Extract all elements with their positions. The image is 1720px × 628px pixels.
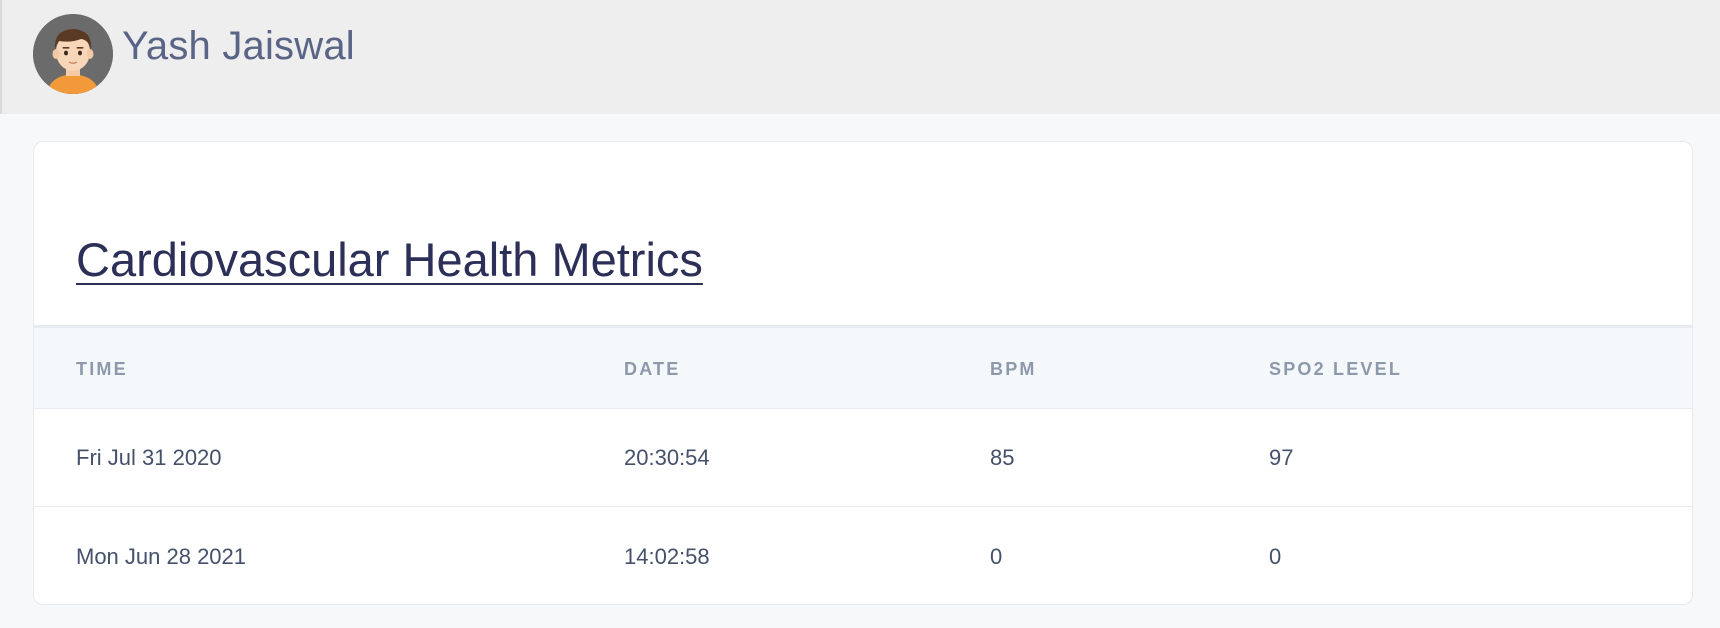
cell-spo2: 0: [1269, 544, 1282, 569]
cell-bpm: 0: [990, 544, 1003, 569]
table-row: Fri Jul 31 2020 20:30:54 85 97: [34, 409, 1692, 507]
cell-date: 14:02:58: [624, 544, 710, 569]
column-header-spo2: SPO2 LEVEL: [1269, 359, 1403, 379]
user-name: Yash Jaiswal: [122, 24, 355, 68]
avatar-illustration: [33, 14, 113, 94]
table-row: Mon Jun 28 2021 14:02:58 0 0: [34, 508, 1692, 604]
cell-date: 20:30:54: [624, 445, 710, 470]
table-header: TIME DATE BPM SPO2 LEVEL: [34, 325, 1692, 409]
column-header-bpm: BPM: [990, 359, 1037, 379]
cell-time: Mon Jun 28 2021: [76, 544, 247, 569]
cell-spo2: 97: [1269, 445, 1294, 470]
cell-time: Fri Jul 31 2020: [76, 445, 222, 470]
metrics-card: Cardiovascular Health Metrics TIME DATE …: [33, 141, 1693, 605]
cell-bpm: 85: [990, 445, 1015, 470]
column-header-date: DATE: [624, 359, 681, 379]
user-avatar-icon[interactable]: [33, 14, 113, 94]
card-title-link[interactable]: Cardiovascular Health Metrics: [76, 232, 703, 287]
column-header-time: TIME: [76, 359, 128, 379]
top-bar: Yash Jaiswal: [0, 0, 1720, 114]
